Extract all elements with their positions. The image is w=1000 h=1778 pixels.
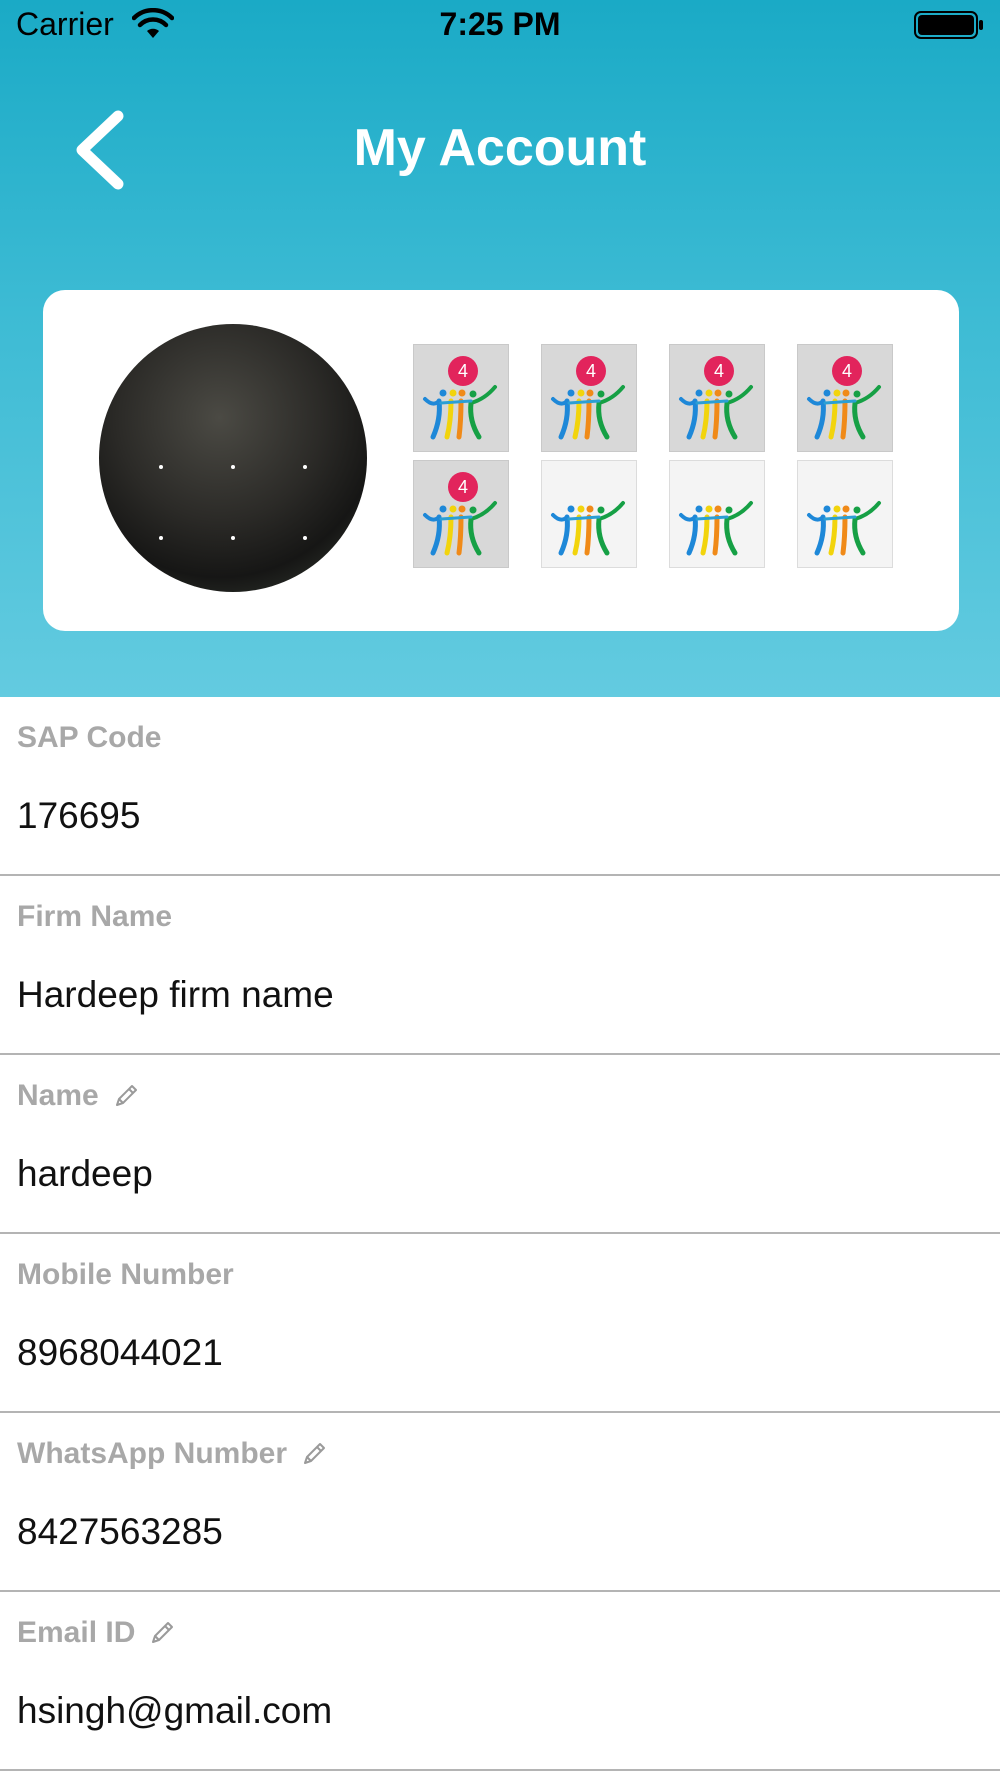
field-value[interactable]: hsingh@gmail.com bbox=[17, 1690, 332, 1732]
field-value[interactable]: hardeep bbox=[17, 1153, 153, 1195]
field-row: Mobile Number 8968044021 bbox=[0, 1234, 1000, 1413]
badge-tile[interactable]: 4 bbox=[797, 344, 893, 452]
field-value[interactable]: 8427563285 bbox=[17, 1511, 223, 1553]
badge-grid: 4 4 4 4 4 bbox=[413, 344, 937, 570]
field-row: Firm Name Hardeep firm name bbox=[0, 876, 1000, 1055]
avatar-detail bbox=[231, 536, 235, 540]
field-label-text: Name bbox=[17, 1079, 99, 1112]
people-logo-icon bbox=[423, 385, 497, 440]
field-label: Name bbox=[17, 1079, 141, 1113]
avatar-detail bbox=[303, 536, 307, 540]
avatar[interactable] bbox=[99, 324, 367, 592]
people-logo-icon bbox=[807, 385, 881, 440]
pencil-icon[interactable] bbox=[299, 1439, 329, 1469]
badge-tile[interactable]: 4 bbox=[541, 344, 637, 452]
field-label-text: SAP Code bbox=[17, 721, 162, 754]
field-label: WhatsApp Number bbox=[17, 1437, 329, 1471]
field-value: Hardeep firm name bbox=[17, 974, 334, 1015]
avatar-detail bbox=[159, 465, 163, 469]
avatar-detail bbox=[231, 465, 235, 469]
field-label: Email ID bbox=[17, 1616, 177, 1650]
people-logo-icon bbox=[679, 385, 753, 440]
pencil-icon[interactable] bbox=[111, 1081, 141, 1111]
badge-tile[interactable]: 4 bbox=[669, 344, 765, 452]
field-value: 176695 bbox=[17, 795, 141, 836]
badge-count: 4 bbox=[576, 356, 606, 386]
badge-count: 4 bbox=[832, 356, 862, 386]
field-row: Name hardeep bbox=[0, 1055, 1000, 1234]
status-time: 7:25 PM bbox=[439, 6, 561, 42]
badge-tile[interactable]: 4 bbox=[413, 344, 509, 452]
badge-tile[interactable] bbox=[797, 460, 893, 568]
page-title: My Account bbox=[353, 119, 647, 177]
field-value: 8968044021 bbox=[17, 1332, 223, 1373]
field-row: WhatsApp Number 8427563285 bbox=[0, 1413, 1000, 1592]
badge-count: 4 bbox=[448, 472, 478, 502]
field-label: SAP Code bbox=[17, 721, 161, 755]
field-row: Email ID hsingh@gmail.com bbox=[0, 1592, 1000, 1771]
field-label-text: Mobile Number bbox=[17, 1258, 234, 1291]
field-label-text: Email ID bbox=[17, 1616, 136, 1649]
field-row: SAP Code 176695 bbox=[0, 697, 1000, 876]
status-bar: Carrier 7:25 PM bbox=[0, 0, 1000, 50]
battery-icon bbox=[914, 11, 983, 39]
badge-tile[interactable]: 4 bbox=[413, 460, 509, 568]
people-logo-icon bbox=[679, 501, 753, 556]
people-logo-icon bbox=[807, 501, 881, 556]
people-logo-icon bbox=[551, 385, 625, 440]
profile-card: 4 4 4 4 4 bbox=[43, 290, 959, 631]
people-logo-icon bbox=[551, 501, 625, 556]
field-label-text: Firm Name bbox=[17, 900, 173, 933]
avatar-detail bbox=[303, 465, 307, 469]
field-label-text: WhatsApp Number bbox=[17, 1437, 287, 1470]
people-logo-icon bbox=[423, 501, 497, 556]
badge-count: 4 bbox=[448, 356, 478, 386]
field-label: Firm Name bbox=[17, 900, 172, 934]
field-label: Mobile Number bbox=[17, 1258, 234, 1292]
badge-tile[interactable] bbox=[541, 460, 637, 568]
header: Carrier 7:25 PM My Account 4 4 4 4 4 bbox=[0, 0, 1000, 697]
pencil-icon[interactable] bbox=[147, 1618, 177, 1648]
account-fields: SAP Code 176695 Firm Name Hardeep firm name… bbox=[0, 697, 1000, 1771]
badge-tile[interactable] bbox=[669, 460, 765, 568]
avatar-detail bbox=[159, 536, 163, 540]
badge-count: 4 bbox=[704, 356, 734, 386]
